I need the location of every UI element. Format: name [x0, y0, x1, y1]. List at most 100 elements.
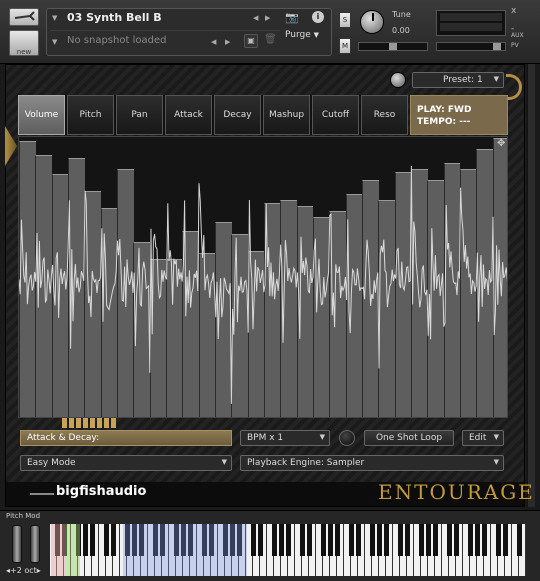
black-key[interactable] — [376, 524, 382, 556]
tune-value[interactable]: 0.00 — [392, 26, 426, 38]
black-key[interactable] — [404, 524, 410, 556]
preset-knob[interactable] — [390, 72, 406, 88]
tempo-value: TEMPO: --- — [417, 117, 471, 127]
tab-volume[interactable]: Volume — [18, 95, 65, 135]
mute-button[interactable]: M — [339, 38, 351, 54]
black-key[interactable] — [110, 524, 116, 556]
black-key[interactable] — [432, 524, 438, 556]
black-key[interactable] — [334, 524, 340, 556]
mod-wheel[interactable] — [30, 525, 40, 563]
tab-reso[interactable]: Reso — [361, 95, 408, 135]
volume-slider[interactable] — [436, 42, 506, 51]
chevron-down-icon: ▼ — [493, 433, 499, 441]
tab-mashup[interactable]: Mashup — [263, 95, 310, 135]
new-button[interactable]: new — [9, 30, 39, 56]
octave-value: +2 oct — [10, 566, 37, 575]
bpm-dropdown[interactable]: BPM x 1 ▼ — [240, 430, 330, 446]
logo-icon — [30, 493, 54, 495]
black-key[interactable] — [397, 524, 403, 556]
purge-dropdown[interactable]: Purge ▼ — [285, 30, 319, 40]
delete-snapshot-icon[interactable]: 🗑 — [264, 34, 277, 45]
camera-icon[interactable]: 📷 — [285, 11, 299, 24]
tune-knob[interactable] — [360, 10, 384, 34]
pv-button[interactable]: PV — [511, 42, 519, 49]
tab-pan[interactable]: Pan — [116, 95, 163, 135]
pan-handle[interactable] — [389, 43, 397, 50]
preset-dropdown[interactable]: Preset: 1 ▼ — [412, 72, 504, 88]
black-key[interactable] — [348, 524, 354, 556]
preset-label: Preset: 1 — [443, 75, 483, 85]
black-key[interactable] — [82, 524, 88, 556]
pan-slider[interactable] — [358, 42, 428, 51]
octave-control[interactable]: ◂+2 oct▸ — [6, 566, 41, 575]
next-snapshot-icon[interactable]: ▶ — [225, 38, 230, 46]
black-key[interactable] — [320, 524, 326, 556]
wrench-icon[interactable] — [9, 8, 39, 26]
play-status-box: PLAY: FWD TEMPO: --- — [410, 95, 508, 135]
black-key[interactable] — [278, 524, 284, 556]
black-key[interactable] — [250, 524, 256, 556]
black-key[interactable] — [418, 524, 424, 556]
close-icon[interactable]: x — [511, 6, 516, 16]
tab-decay[interactable]: Decay — [214, 95, 261, 135]
black-key[interactable] — [467, 524, 473, 556]
attack-decay-bar[interactable]: Attack & Decay: — [20, 430, 232, 446]
tune-label: Tune — [392, 10, 411, 19]
step-editor[interactable] — [18, 136, 508, 418]
black-key[interactable] — [481, 524, 487, 556]
next-instrument-icon[interactable]: ▶ — [265, 14, 270, 22]
snapshot-arrow-icon[interactable]: ▼ — [52, 38, 57, 46]
black-key[interactable] — [327, 524, 333, 556]
engine-dropdown[interactable]: Playback Engine: Sampler ▼ — [240, 455, 504, 471]
instrument-name[interactable]: 03 Synth Bell B — [67, 11, 162, 24]
snapshot-name[interactable]: No snapshot loaded — [67, 35, 166, 46]
black-key[interactable] — [495, 524, 501, 556]
record-button[interactable] — [339, 430, 355, 446]
keyswitch-zone — [51, 524, 65, 576]
move-icon[interactable]: ✥ — [497, 138, 505, 149]
tab-pitch[interactable]: Pitch — [67, 95, 114, 135]
black-key[interactable] — [474, 524, 480, 556]
pitch-mod-label: Pitch Mod — [6, 512, 41, 520]
scrollbar[interactable] — [527, 64, 535, 507]
play-mode: PLAY: FWD — [417, 105, 472, 115]
black-key[interactable] — [446, 524, 452, 556]
prev-instrument-icon[interactable]: ◀ — [253, 14, 258, 22]
black-key[interactable] — [425, 524, 431, 556]
info-icon[interactable]: i — [312, 11, 324, 23]
chevron-down-icon: ▼ — [221, 458, 227, 466]
black-key[interactable] — [383, 524, 389, 556]
black-key[interactable] — [257, 524, 263, 556]
black-key[interactable] — [271, 524, 277, 556]
black-key[interactable] — [299, 524, 305, 556]
aux-button[interactable]: AUX — [511, 32, 524, 39]
pitch-wheel[interactable] — [12, 525, 22, 563]
chevron-down-icon: ▼ — [493, 75, 499, 83]
black-key[interactable] — [453, 524, 459, 556]
chevron-down-icon: ▼ — [319, 433, 325, 441]
tab-cutoff[interactable]: Cutoff — [312, 95, 359, 135]
level-meter — [436, 10, 506, 36]
waveform — [19, 165, 507, 404]
black-key[interactable] — [103, 524, 109, 556]
solo-button[interactable]: S — [339, 12, 351, 28]
prev-snapshot-icon[interactable]: ◀ — [211, 38, 216, 46]
collapse-arrow-icon[interactable]: ▼ — [52, 14, 57, 22]
one-shot-loop-button[interactable]: One Shot Loop — [364, 430, 454, 446]
save-snapshot-icon[interactable]: ▣ — [244, 34, 258, 48]
piano-keyboard[interactable] — [50, 524, 526, 576]
keyswitch-zone — [65, 524, 80, 576]
playable-zone — [123, 524, 247, 576]
black-key[interactable] — [285, 524, 291, 556]
black-key[interactable] — [502, 524, 508, 556]
tab-attack[interactable]: Attack — [165, 95, 212, 135]
black-key[interactable] — [89, 524, 95, 556]
mode-dropdown[interactable]: Easy Mode ▼ — [20, 455, 232, 471]
volume-handle[interactable] — [493, 43, 501, 50]
mode-label: Easy Mode — [27, 458, 76, 468]
black-key[interactable] — [516, 524, 522, 556]
black-key[interactable] — [306, 524, 312, 556]
black-key[interactable] — [355, 524, 361, 556]
edit-dropdown[interactable]: Edit ▼ — [462, 430, 504, 446]
black-key[interactable] — [369, 524, 375, 556]
